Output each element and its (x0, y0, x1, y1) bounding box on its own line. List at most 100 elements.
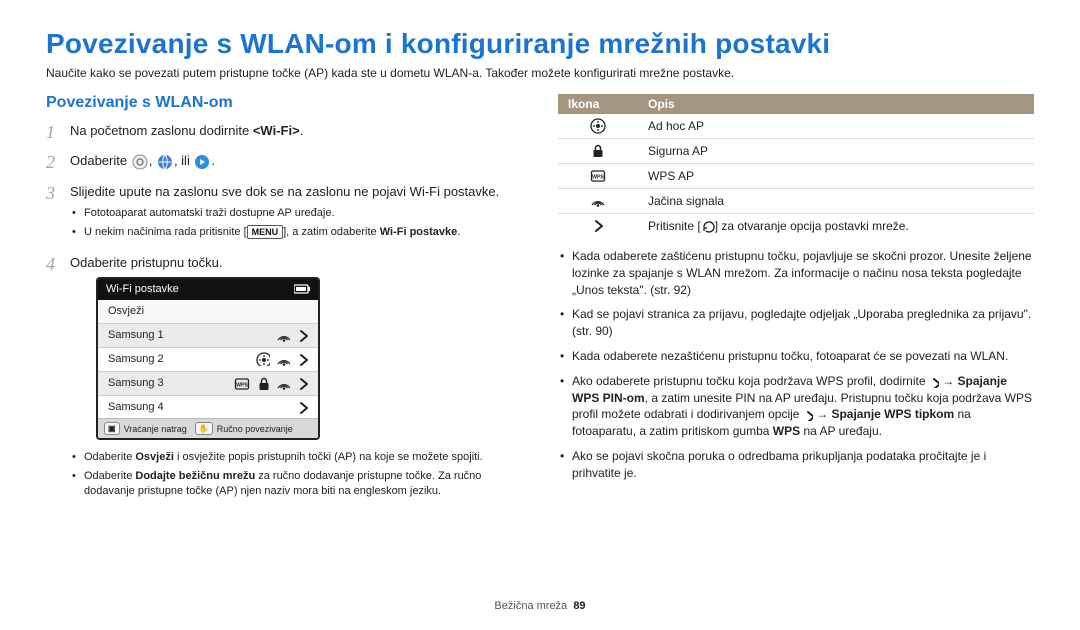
step-4: 4 Odaberite pristupnu točku. Wi-Fi posta… (46, 254, 522, 507)
footer-back[interactable]: ▣ Vraćanje natrag (104, 422, 187, 435)
step-body: Odaberite pristupnu točku. Wi-Fi postavk… (70, 254, 522, 507)
back-key-icon: ▣ (104, 422, 120, 435)
chevron-right-icon (296, 328, 308, 343)
ap-name: Samsung 3 (108, 376, 164, 391)
footer-manual[interactable]: ✋ Ručno povezivanje (195, 422, 293, 435)
text-strong: Dodajte bežičnu mrežu (135, 470, 255, 482)
text: Na početnom zaslonu dodirnite (70, 123, 253, 138)
footer-page: 89 (573, 600, 585, 612)
wifi-bold: <Wi-Fi> (253, 123, 300, 138)
text: Pritisnite [ (648, 219, 701, 233)
text: . (457, 226, 460, 238)
step-body: Slijedite upute na zaslonu sve dok se na… (70, 183, 522, 248)
text: na AP uređaju. (800, 424, 882, 438)
wps-icon (234, 376, 250, 391)
text: U nekim načinima rada pritisnite [ (84, 226, 247, 238)
table-row: Jačina signala (558, 189, 1034, 214)
text-strong: Osvježi (135, 451, 174, 463)
page-footer: Bežična mreža 89 (0, 600, 1080, 612)
text: ] za otvaranje opcija postavki mreže. (715, 219, 909, 233)
manual-key-icon: ✋ (195, 422, 213, 435)
text: ], a zatim odaberite (283, 226, 380, 238)
step-list: 1 Na početnom zaslonu dodirnite <Wi-Fi>.… (46, 122, 522, 507)
bullet: Ako se pojavi skočna poruka o odredbama … (572, 448, 1034, 482)
desc: Pritisnite [ ] za otvaranje opcija postav… (638, 214, 1034, 239)
step-num: 3 (46, 181, 60, 246)
wifi-panel-title: Wi-Fi postavke (106, 282, 179, 297)
bullet: Kad se pojavi stranica za prijavu, pogle… (572, 306, 1034, 340)
step-4-sub: Odaberite Osvježi i osvježite popis pris… (70, 450, 522, 499)
table-row: Sigurna AP (558, 139, 1034, 164)
lock-icon (256, 376, 270, 391)
mode-icon-3 (194, 154, 210, 170)
sub-bullet: Fototoaparat automatski traži dostupne A… (84, 206, 522, 221)
step-num: 4 (46, 252, 60, 505)
page-title: Povezivanje s WLAN-om i konfiguriranje m… (46, 28, 1034, 60)
sub-bullet: U nekim načinima rada pritisnite [MENU],… (84, 225, 522, 240)
text: → (813, 407, 832, 421)
ap-name: Samsung 2 (108, 352, 164, 367)
step-3-sub: Fototoaparat automatski traži dostupne A… (70, 206, 522, 240)
th-icon: Ikona (558, 94, 638, 114)
wifi-ap-list: Samsung 1 Samsung 2 (98, 324, 318, 418)
signal-icon (558, 189, 638, 214)
chevron-right-icon (296, 352, 308, 367)
intro-text: Naučite kako se povezati putem pristupne… (46, 66, 1034, 80)
text: i osvježite popis pristupnih točki (AP) … (174, 451, 483, 463)
right-bullets: Kada odaberete zaštićenu pristupnu točku… (558, 248, 1034, 482)
step-1: 1 Na početnom zaslonu dodirnite <Wi-Fi>. (46, 122, 522, 146)
text-strong: Wi-Fi postavke (380, 226, 458, 238)
wps-icon (558, 164, 638, 189)
text-strong: Spajanje WPS tipkom (831, 407, 954, 421)
wifi-ap-row[interactable]: Samsung 1 (98, 324, 318, 348)
chevron-right-icon (296, 376, 308, 391)
step-num: 2 (46, 150, 60, 174)
bullet: Kada odaberete zaštićenu pristupnu točku… (572, 248, 1034, 298)
mode-icon-2 (157, 154, 173, 170)
step-2: 2 Odaberite , , ili . (46, 152, 522, 176)
page: Povezivanje s WLAN-om i konfiguriranje m… (0, 0, 1080, 630)
mode-icon-1 (132, 154, 148, 170)
signal-icon (276, 376, 290, 391)
wifi-refresh-row[interactable]: Osvježi (98, 300, 318, 324)
icon-table: Ikona Opis Ad hoc AP Sigurna AP WPS AP (558, 94, 1034, 238)
text: Odaberite (84, 470, 135, 482)
signal-icon (276, 328, 290, 343)
bullet: Ako odaberete pristupnu točku koja podrž… (572, 373, 1034, 440)
table-row: Pritisnite [ ] za otvaranje opcija postav… (558, 214, 1034, 239)
wifi-ap-row[interactable]: Samsung 4 (98, 396, 318, 419)
step-num: 1 (46, 120, 60, 144)
step-body: Na početnom zaslonu dodirnite <Wi-Fi>. (70, 122, 522, 146)
text: Odaberite (84, 451, 135, 463)
adhoc-icon (256, 352, 270, 367)
text: , (149, 153, 156, 168)
footer-back-label: Vraćanje natrag (124, 423, 187, 435)
step-body: Odaberite , , ili . (70, 152, 522, 176)
desc: Sigurna AP (638, 139, 1034, 164)
text: . (211, 153, 215, 168)
text: Ako odaberete pristupnu točku koja podrž… (572, 374, 929, 388)
chevron-right-icon (929, 374, 939, 388)
content-columns: Povezivanje s WLAN-om 1 Na početnom zasl… (46, 94, 1034, 513)
chevron-right-icon (558, 214, 638, 239)
chevron-right-icon (296, 400, 308, 415)
bullet: Kada odaberete nezaštićenu pristupnu toč… (572, 348, 1034, 365)
table-row: WPS AP (558, 164, 1034, 189)
right-column: Ikona Opis Ad hoc AP Sigurna AP WPS AP (558, 94, 1034, 513)
th-desc: Opis (638, 94, 1034, 114)
menu-key: MENU (247, 225, 284, 239)
ap-name: Samsung 4 (108, 400, 164, 415)
table-row: Ad hoc AP (558, 114, 1034, 139)
wifi-ap-row[interactable]: Samsung 3 (98, 372, 318, 396)
section-title: Povezivanje s WLAN-om (46, 94, 522, 112)
desc: WPS AP (638, 164, 1034, 189)
footer-manual-label: Ručno povezivanje (217, 423, 293, 435)
text-strong: WPS (773, 424, 800, 438)
table-header: Ikona Opis (558, 94, 1034, 114)
wifi-ap-row[interactable]: Samsung 2 (98, 348, 318, 372)
desc: Jačina signala (638, 189, 1034, 214)
text: Odaberite (70, 153, 131, 168)
adhoc-icon (558, 114, 638, 139)
wifi-panel: Wi-Fi postavke Osvježi Samsung 1 (96, 277, 320, 440)
step-3: 3 Slijedite upute na zaslonu sve dok se … (46, 183, 522, 248)
